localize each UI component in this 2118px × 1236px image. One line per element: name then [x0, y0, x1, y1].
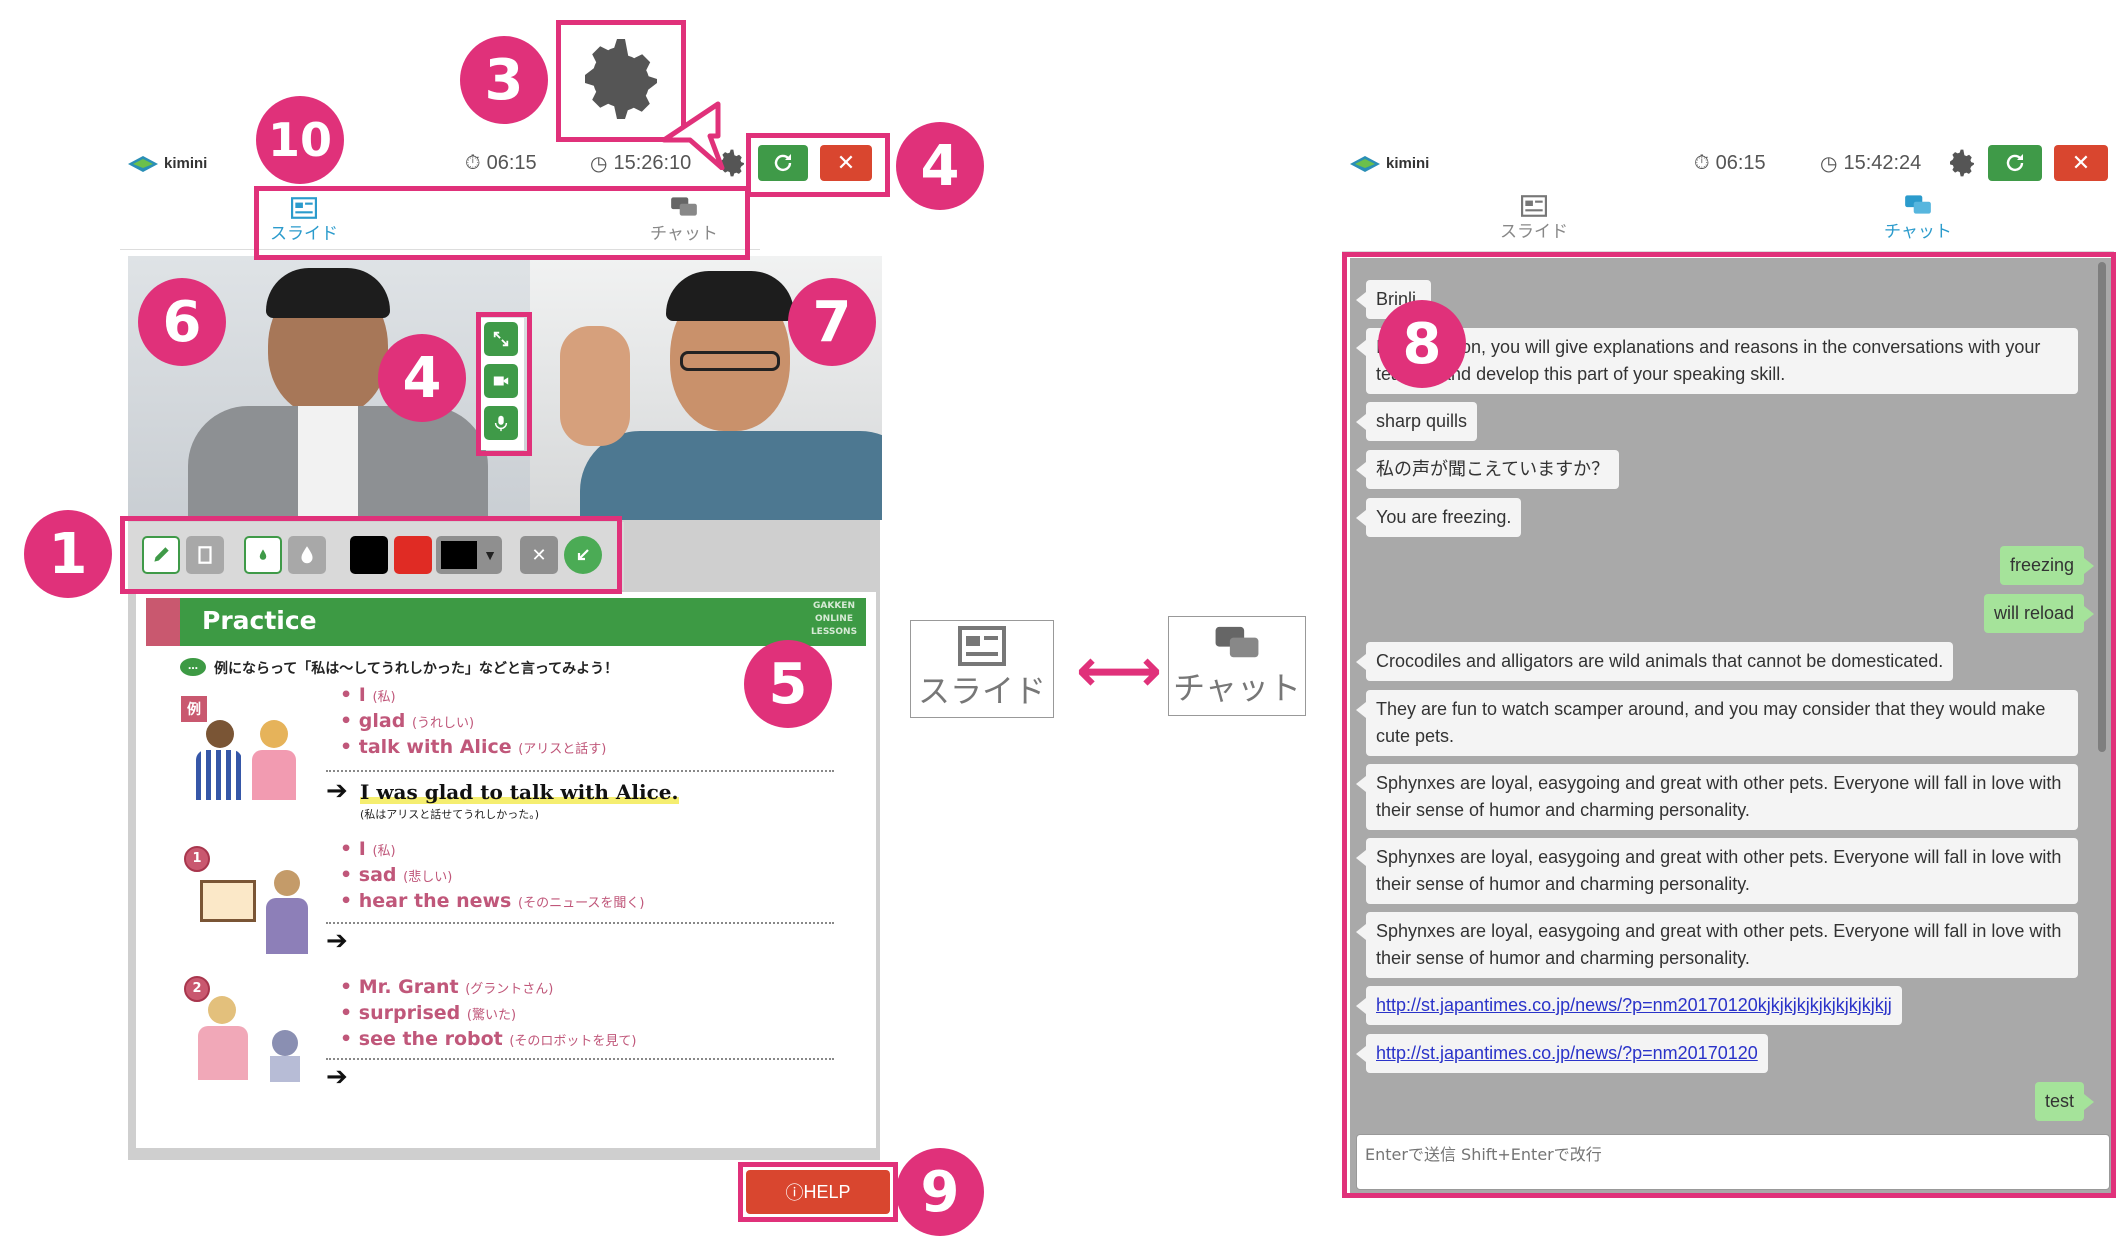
callout-box-video-controls — [476, 312, 532, 456]
answer-arrow-icon: ➔ — [326, 926, 348, 956]
speech-bubble-icon: … — [180, 658, 206, 676]
callout-number: 6 — [138, 278, 226, 366]
divider — [326, 1058, 834, 1060]
callout-number: 3 — [460, 36, 548, 124]
reload-button[interactable] — [1988, 145, 2042, 181]
callout-number: 5 — [744, 640, 832, 728]
slide-icon — [1521, 195, 1547, 217]
slide-instruction: 例にならって「私は〜してうれしかった」などと言ってみよう！ — [214, 661, 619, 677]
slide-icon — [958, 626, 1006, 666]
switch-arrow-icon: ⟷ — [1076, 636, 1163, 706]
question-2-illustration — [196, 990, 316, 1090]
slide-title-accent — [146, 598, 180, 646]
clock-icon: ◷ — [1820, 152, 1838, 175]
question-1-item-1: • I (私) — [340, 838, 396, 860]
callout-number: 4 — [378, 334, 466, 422]
example-answer-note: (私はアリスと話せてうれしかった。) — [360, 808, 540, 821]
elapsed-timer: ⏱ 06:15 — [1694, 151, 1766, 174]
callout-number: 9 — [896, 1148, 984, 1236]
callout-pointer — [661, 101, 725, 170]
chat-icon — [1905, 195, 1931, 214]
question-1-item-3: • hear the news (そのニュースを聞く) — [340, 890, 645, 912]
callout-number: 7 — [788, 278, 876, 366]
question-2-item-1: • Mr. Grant (グラントさん) — [340, 976, 554, 998]
tab-chat[interactable]: チャット — [1884, 193, 1952, 242]
callout-box-window-buttons — [746, 133, 890, 197]
example-illustration — [188, 710, 308, 810]
answer-arrow-icon: ➔ — [326, 776, 348, 806]
callout-number: 1 — [24, 510, 112, 598]
reload-icon — [2006, 154, 2024, 172]
gakken-brand: GAKKEN ONLINE LESSONS — [810, 601, 858, 637]
callout-number: 4 — [896, 122, 984, 210]
example-item-1: • I (私) — [340, 684, 396, 706]
callout-number: 8 — [1378, 300, 1466, 388]
stopwatch-icon: ⏱ — [1694, 151, 1710, 174]
slide-tab-enlarged: スライド — [910, 620, 1054, 718]
clock-icon: ◷ — [590, 152, 608, 175]
right-tabbar — [1342, 190, 2114, 252]
answer-arrow-icon: ➔ — [326, 1062, 348, 1092]
right-topbar: kimini ⏱ 06:15 ◷ 15:42:24 ✕ — [1342, 135, 2114, 191]
kimini-logo: kimini — [128, 154, 207, 172]
divider — [326, 922, 834, 924]
slide-title: Practice — [202, 606, 317, 635]
chat-icon — [1215, 626, 1259, 658]
elapsed-timer: ⏱ 06:15 — [465, 151, 537, 174]
question-1-item-2: • sad (悲しい) — [340, 864, 453, 886]
callout-number: 10 — [256, 96, 344, 184]
divider — [326, 770, 834, 772]
close-button[interactable]: ✕ — [2054, 145, 2108, 181]
question-2-item-3: • see the robot (そのロボットを見て) — [340, 1028, 637, 1050]
question-1-illustration — [196, 862, 316, 962]
kimini-logo: kimini — [1350, 154, 1429, 172]
settings-gear-icon — [585, 39, 657, 119]
example-item-2: • glad (うれしい) — [340, 710, 475, 732]
stopwatch-icon: ⏱ — [465, 151, 481, 174]
example-answer: I was glad to talk with Alice. — [360, 780, 679, 804]
callout-box-toolbar — [120, 516, 622, 594]
tab-slide[interactable]: スライド — [1500, 195, 1568, 242]
clock-time: ◷ 15:42:24 — [1820, 151, 1922, 175]
kimini-logo-icon — [128, 156, 158, 172]
callout-box-chat — [1342, 252, 2116, 1198]
chat-tab-enlarged: チャット — [1168, 616, 1306, 716]
example-item-3: • talk with Alice (アリスと話す) — [340, 736, 607, 758]
question-2-item-2: • surprised (驚いた) — [340, 1002, 517, 1024]
kimini-logo-icon — [1350, 156, 1380, 172]
callout-box-tabs — [254, 186, 750, 260]
settings-gear-icon[interactable] — [1946, 147, 1978, 179]
callout-box-help — [738, 1162, 898, 1222]
